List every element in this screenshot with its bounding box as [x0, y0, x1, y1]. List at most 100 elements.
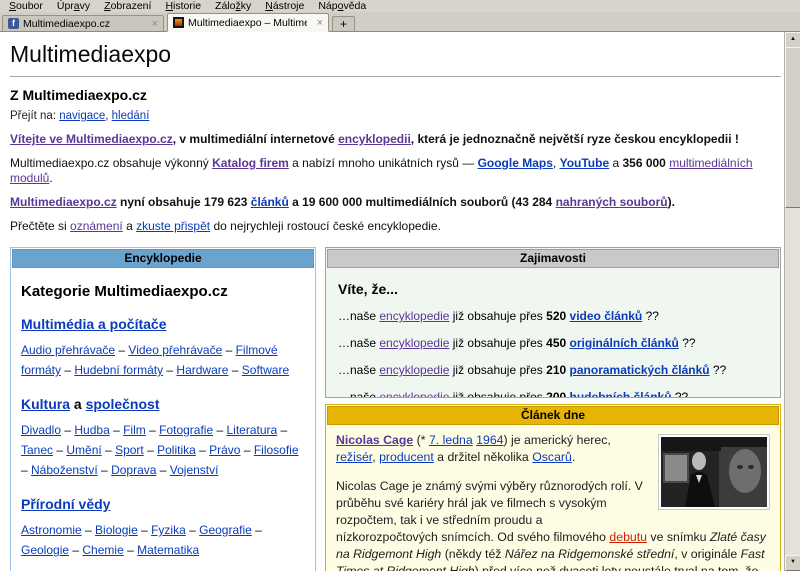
- link[interactable]: encyklopedie: [379, 336, 449, 350]
- category-link[interactable]: Geografie: [199, 523, 252, 537]
- separator: –: [145, 423, 160, 437]
- fact-row: …naše encyklopedie již obsahuje přes 450…: [338, 336, 768, 350]
- text-run: a: [609, 156, 623, 170]
- category-link[interactable]: Software: [242, 363, 289, 377]
- text-run: a držitel několika: [433, 450, 533, 464]
- category-link[interactable]: Divadlo: [21, 423, 61, 437]
- link[interactable]: společnost: [86, 396, 160, 412]
- tab-multimediaexpo-active[interactable]: Multimediaexpo – Multimediaexpo.cz ×: [167, 13, 329, 32]
- link[interactable]: video článků: [570, 309, 643, 323]
- text-run: ve snímku: [647, 530, 710, 544]
- text-run: již obsahuje přes: [449, 390, 547, 398]
- link[interactable]: hledání: [112, 110, 150, 122]
- link[interactable]: YouTube: [560, 156, 610, 170]
- category-link[interactable]: Tanec: [21, 443, 53, 457]
- link[interactable]: oznámení: [70, 219, 123, 233]
- text-run: ) je americký herec,: [503, 433, 611, 447]
- category-link[interactable]: Biologie: [95, 523, 138, 537]
- link[interactable]: Kultura: [21, 396, 70, 412]
- link[interactable]: debutu: [609, 530, 647, 544]
- encyclopedia-header: Encyklopedie: [12, 249, 314, 268]
- category-link[interactable]: Sport: [115, 443, 144, 457]
- text-run: .: [49, 171, 53, 185]
- link[interactable]: Vítejte ve Multimediaexpo.cz: [10, 132, 173, 146]
- menu-nastroje[interactable]: Nástroje: [258, 0, 311, 12]
- facts-header: Zajimavosti: [327, 249, 779, 268]
- link[interactable]: producent: [379, 450, 434, 464]
- close-icon[interactable]: ×: [146, 18, 158, 30]
- site-subtitle: Z Multimediaexpo.cz: [10, 87, 147, 103]
- separator: –: [123, 543, 138, 557]
- tab-multimediaexpo-cz[interactable]: f Multimediaexpo.cz ×: [2, 15, 164, 31]
- section-links-kultura: Divadlo – Hudba – Film – Fotografie – Li…: [21, 420, 305, 480]
- category-link[interactable]: Doprava: [111, 463, 156, 477]
- category-link[interactable]: Fyzika: [151, 523, 186, 537]
- link[interactable]: hudebních článků: [570, 390, 672, 397]
- menu-upravy[interactable]: Úpravy: [50, 0, 97, 12]
- menu-napoveda[interactable]: Nápověda: [311, 0, 373, 12]
- link[interactable]: Katalog firem: [212, 156, 289, 170]
- link[interactable]: článků: [251, 195, 289, 209]
- text-run: …naše: [338, 336, 380, 350]
- category-link[interactable]: Audio přehrávače: [21, 343, 115, 357]
- link[interactable]: encyklopedie: [379, 390, 449, 397]
- facebook-icon: f: [8, 18, 19, 29]
- category-link[interactable]: Geologie: [21, 543, 69, 557]
- category-link[interactable]: Hudba: [74, 423, 109, 437]
- nicolas-cage-photo[interactable]: [658, 434, 770, 510]
- scroll-down-button[interactable]: ▼: [785, 555, 800, 571]
- section-heading-multimedia: Multimédia a počítače: [21, 316, 305, 332]
- link[interactable]: navigace: [59, 110, 105, 122]
- separator: –: [61, 363, 75, 377]
- menu-historie[interactable]: Historie: [158, 0, 208, 12]
- new-tab-button[interactable]: +: [332, 16, 355, 31]
- link[interactable]: originálních článků: [570, 336, 679, 350]
- category-link[interactable]: Politika: [157, 443, 196, 457]
- menu-zobrazeni[interactable]: Zobrazení: [97, 0, 158, 12]
- separator: –: [61, 423, 75, 437]
- category-link[interactable]: Hudební formáty: [74, 363, 163, 377]
- category-link[interactable]: Právo: [209, 443, 240, 457]
- text-run: .: [571, 450, 576, 464]
- link[interactable]: Nicolas Cage: [336, 433, 413, 447]
- link[interactable]: encyklopedie: [379, 309, 449, 323]
- text-run: 356 000: [622, 156, 666, 170]
- category-link[interactable]: Literatura: [226, 423, 277, 437]
- link[interactable]: panoramatických článků: [570, 363, 710, 377]
- link[interactable]: režisér: [336, 450, 372, 464]
- scroll-up-button[interactable]: ▲: [785, 32, 800, 48]
- category-link[interactable]: Hardware: [176, 363, 228, 377]
- text-run: 520: [546, 309, 567, 323]
- text-run: …naše: [338, 363, 380, 377]
- link[interactable]: Google Maps: [478, 156, 553, 170]
- category-link[interactable]: Film: [123, 423, 146, 437]
- category-link[interactable]: Vojenství: [170, 463, 219, 477]
- category-link[interactable]: Filosofie: [254, 443, 299, 457]
- scrollbar-thumb[interactable]: [785, 47, 800, 208]
- category-link[interactable]: Video přehrávače: [128, 343, 222, 357]
- link[interactable]: 1964: [476, 433, 503, 447]
- separator: –: [21, 463, 32, 477]
- link[interactable]: Oscarů: [532, 450, 572, 464]
- link[interactable]: Multimediaexpo.cz: [10, 195, 117, 209]
- link[interactable]: zkuste přispět: [136, 219, 210, 233]
- link[interactable]: encyklopedii: [338, 132, 411, 146]
- link[interactable]: Multimédia a počítače: [21, 316, 166, 332]
- vertical-scrollbar[interactable]: ▲ ▼: [784, 32, 800, 571]
- link[interactable]: Přírodní vědy: [21, 496, 110, 512]
- link[interactable]: encyklopedie: [379, 363, 449, 377]
- link[interactable]: 7. ledna: [429, 433, 473, 447]
- category-link[interactable]: Matematika: [137, 543, 199, 557]
- category-link[interactable]: Náboženství: [31, 463, 98, 477]
- menu-zalozky[interactable]: Záložky: [208, 0, 258, 12]
- category-link[interactable]: Astronomie: [21, 523, 82, 537]
- separator: –: [115, 343, 129, 357]
- category-link[interactable]: Fotografie: [159, 423, 213, 437]
- separator: –: [213, 423, 227, 437]
- close-icon[interactable]: ×: [311, 17, 323, 29]
- menu-soubor[interactable]: Soubor: [2, 0, 50, 12]
- link[interactable]: nahraných souborů: [556, 195, 668, 209]
- categories-title: Kategorie Multimediaexpo.cz: [21, 283, 228, 300]
- category-link[interactable]: Umění: [66, 443, 101, 457]
- category-link[interactable]: Chemie: [82, 543, 123, 557]
